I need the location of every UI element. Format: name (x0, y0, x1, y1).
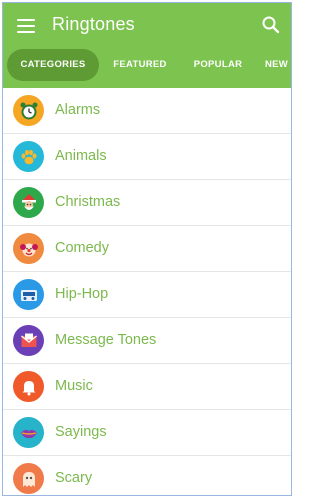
list-item-animals[interactable]: Animals (3, 134, 291, 180)
tab-popular[interactable]: POPULAR (186, 49, 250, 81)
list-item-label: Christmas (55, 194, 121, 210)
app-bar: Ringtones CATEGORIES FEATURED POPULAR NE… (3, 3, 291, 88)
list-item-label: Hip-Hop (55, 286, 109, 302)
menu-icon[interactable] (17, 19, 35, 33)
clown-icon (13, 233, 44, 264)
list-item-christmas[interactable]: Christmas (3, 180, 291, 226)
search-icon[interactable] (260, 14, 282, 36)
app-title: Ringtones (52, 14, 135, 34)
list-item-comedy[interactable]: Comedy (3, 226, 291, 272)
list-item-label: Music (55, 378, 93, 394)
list-item-hip-hop[interactable]: Hip-Hop (3, 272, 291, 318)
tab-categories[interactable]: CATEGORIES (7, 49, 99, 81)
app-window: Ringtones CATEGORIES FEATURED POPULAR NE… (2, 2, 292, 496)
lips-icon (13, 417, 44, 448)
list-item-sayings[interactable]: Sayings (3, 410, 291, 456)
list-item-label: Comedy (55, 240, 109, 256)
boombox-icon (13, 279, 44, 310)
list-item-label: Message Tones (55, 332, 157, 348)
list-item-label: Alarms (55, 102, 101, 118)
list-item-label: Animals (55, 148, 107, 164)
santa-icon (13, 187, 44, 218)
envelope-icon (13, 325, 44, 356)
list-item-alarms[interactable]: Alarms (3, 88, 291, 134)
paw-icon (13, 141, 44, 172)
list-item-message-tones[interactable]: Message Tones (3, 318, 291, 364)
list-item-label: Sayings (55, 424, 107, 440)
alarm-clock-icon (13, 95, 44, 126)
category-list: Alarms Animals Christmas Comedy Hip-Hop … (3, 88, 291, 495)
list-item-label: Scary (55, 470, 93, 486)
ghost-icon (13, 463, 44, 494)
list-item-music[interactable]: Music (3, 364, 291, 410)
bell-icon (13, 371, 44, 402)
list-item-scary[interactable]: Scary (3, 456, 291, 495)
tab-new[interactable]: NEW (265, 49, 291, 81)
tab-featured[interactable]: FEATURED (106, 49, 174, 81)
tab-bar: CATEGORIES FEATURED POPULAR NEW (3, 49, 291, 83)
